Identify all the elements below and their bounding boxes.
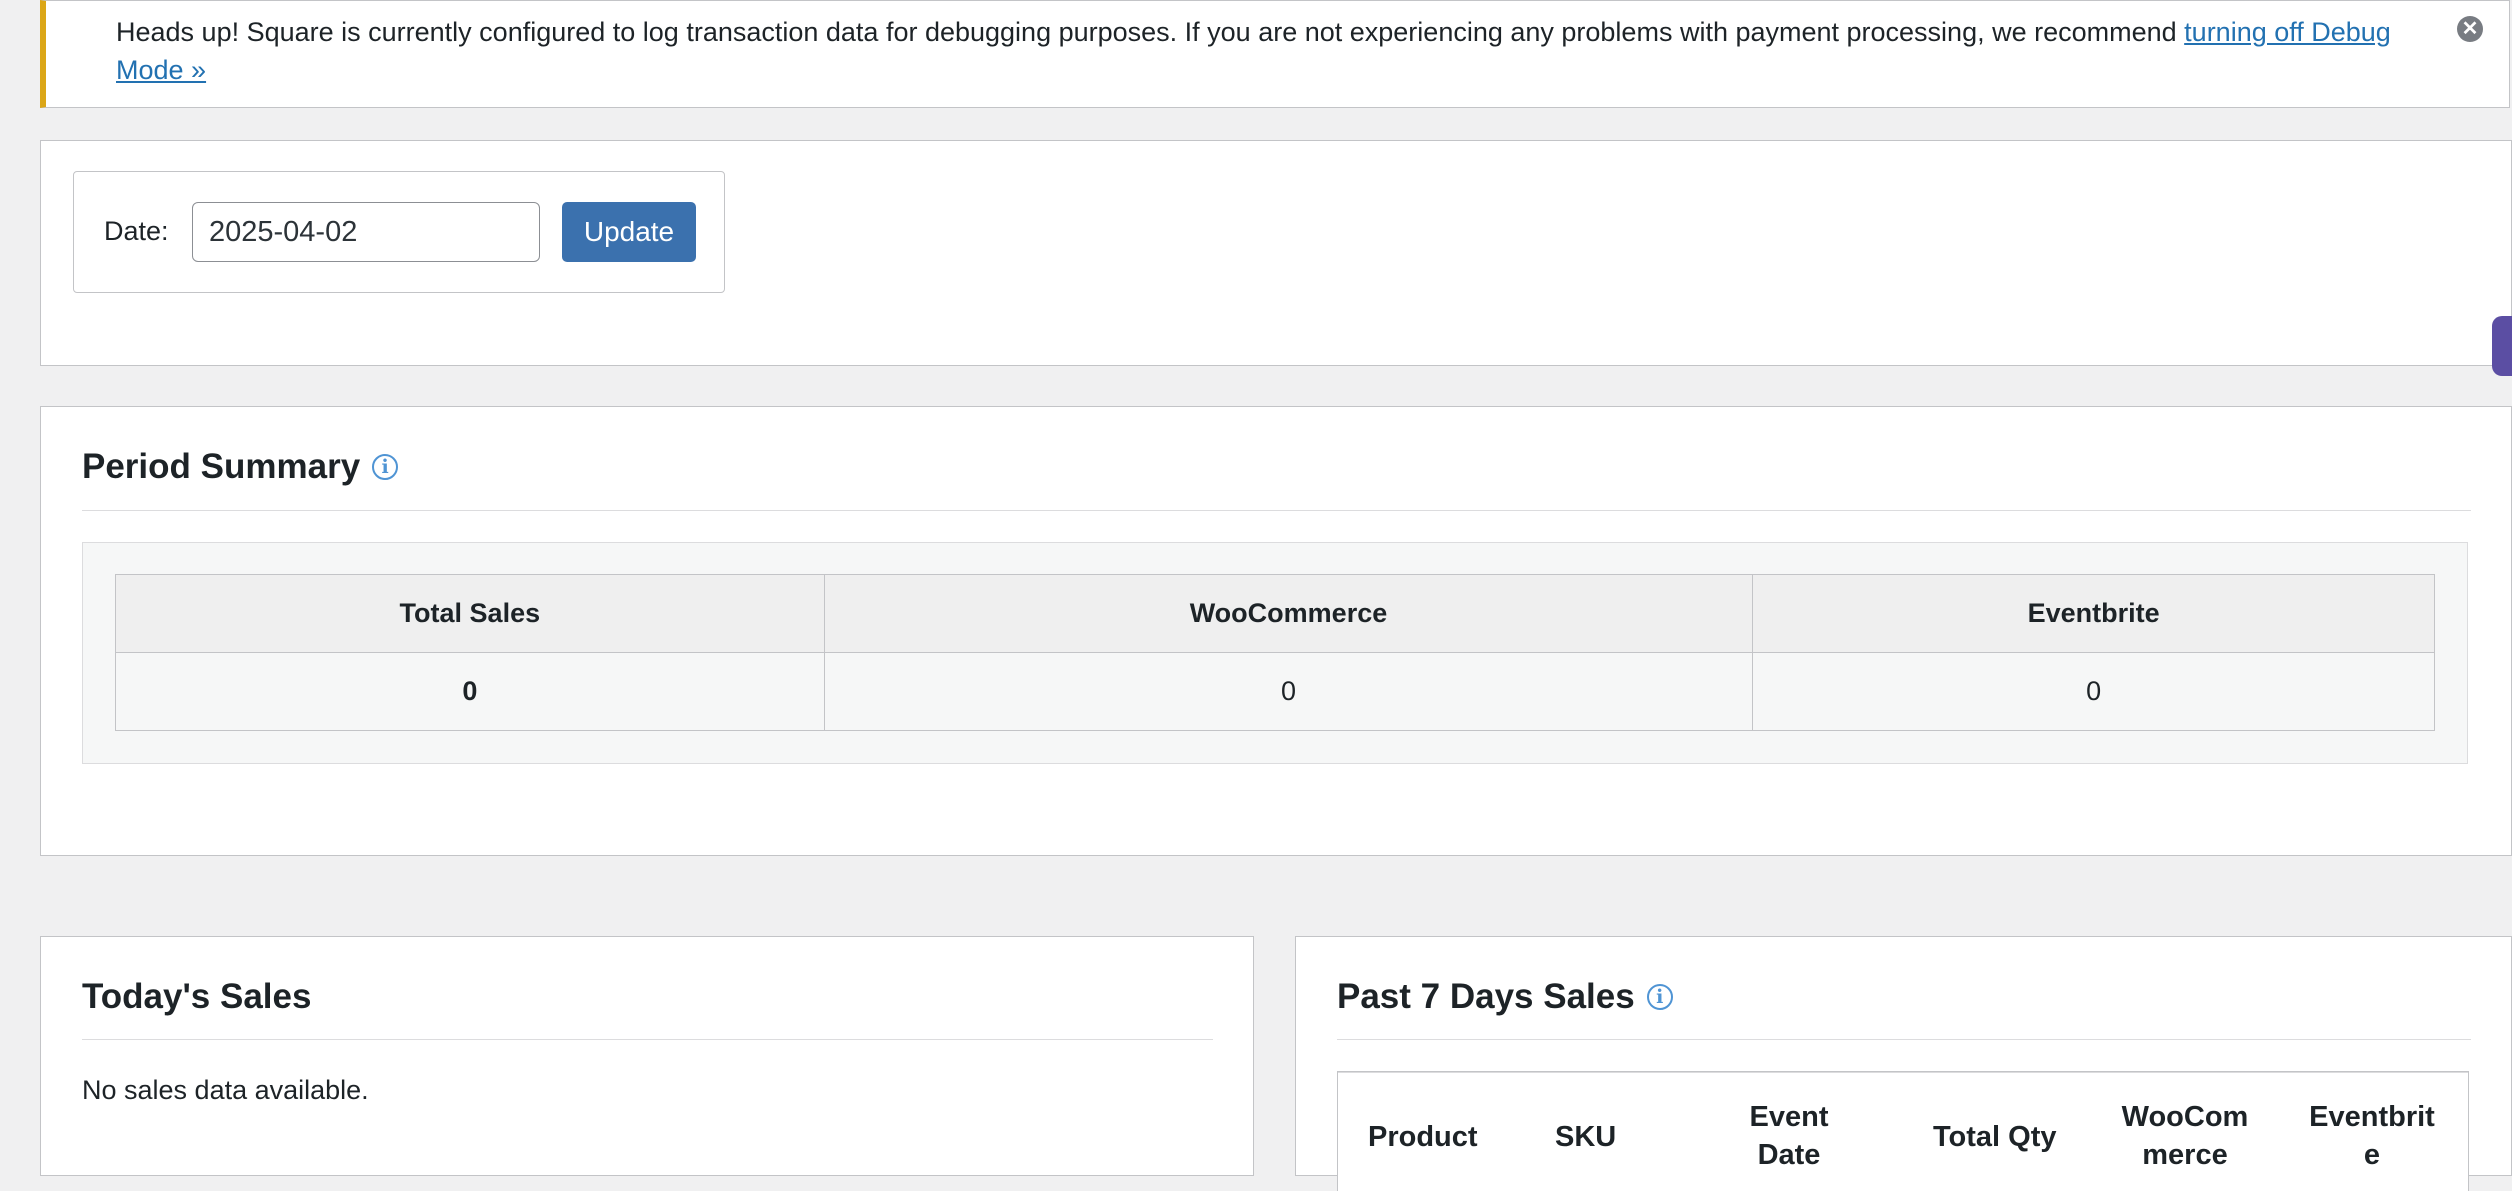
- divider: [82, 1039, 1213, 1040]
- info-icon[interactable]: i: [1646, 984, 1673, 1010]
- divider: [1337, 1039, 2471, 1040]
- past-sales-table: Product SKU Event Date Total Qty WooComm…: [1337, 1071, 2469, 1191]
- summary-table: Total Sales WooCommerce Eventbrite 0 0 0: [115, 574, 2435, 731]
- debug-notice: Heads up! Square is currently configured…: [40, 0, 2510, 108]
- past-sales-header: Past 7 Days Sales i: [1337, 977, 1673, 1017]
- summary-header-row: Total Sales WooCommerce Eventbrite: [115, 574, 2435, 653]
- summary-box: Total Sales WooCommerce Eventbrite 0 0 0: [82, 542, 2468, 764]
- past-sales-title: Past 7 Days Sales: [1337, 977, 1635, 1016]
- column-header-woocommerce[interactable]: WooCommerce: [2120, 1098, 2250, 1174]
- column-header-product[interactable]: Product: [1368, 1118, 1478, 1156]
- update-button[interactable]: Update: [562, 202, 696, 262]
- todays-sales-title: Today's Sales: [82, 977, 312, 1016]
- todays-sales-header: Today's Sales: [82, 977, 311, 1017]
- period-summary-title: Period Summary: [82, 447, 361, 486]
- dismiss-icon[interactable]: ✕: [2457, 16, 2483, 42]
- value-eventbrite: 0: [1752, 652, 2435, 731]
- date-filter-card: Date: Update: [40, 140, 2512, 366]
- value-total-sales: 0: [115, 652, 825, 731]
- header-woocommerce: WooCommerce: [823, 574, 1754, 653]
- column-header-eventbrite[interactable]: Eventbrite: [2304, 1098, 2440, 1174]
- summary-value-row: 0 0 0: [115, 652, 2435, 731]
- period-summary-card: Period Summary i Total Sales WooCommerce…: [40, 406, 2512, 856]
- column-header-event-date[interactable]: Event Date: [1734, 1098, 1844, 1174]
- notice-text: Heads up! Square is currently configured…: [116, 17, 2185, 47]
- past-sales-card: Past 7 Days Sales i Product SKU Event Da…: [1295, 936, 2512, 1191]
- date-form: Date: Update: [73, 171, 725, 293]
- period-summary-header: Period Summary i: [82, 447, 399, 487]
- divider: [82, 510, 2471, 511]
- date-label: Date:: [104, 216, 169, 246]
- empty-message: No sales data available.: [82, 1075, 369, 1105]
- header-total-sales: Total Sales: [115, 574, 825, 653]
- side-tab-handle[interactable]: [2492, 316, 2512, 376]
- date-input[interactable]: [192, 202, 540, 262]
- column-header-sku[interactable]: SKU: [1555, 1118, 1616, 1156]
- column-header-total-qty[interactable]: Total Qty: [1933, 1118, 2057, 1156]
- info-icon[interactable]: i: [372, 454, 399, 480]
- header-eventbrite: Eventbrite: [1752, 574, 2435, 653]
- value-woocommerce: 0: [823, 652, 1754, 731]
- todays-sales-card: Today's Sales No sales data available.: [40, 936, 1254, 1176]
